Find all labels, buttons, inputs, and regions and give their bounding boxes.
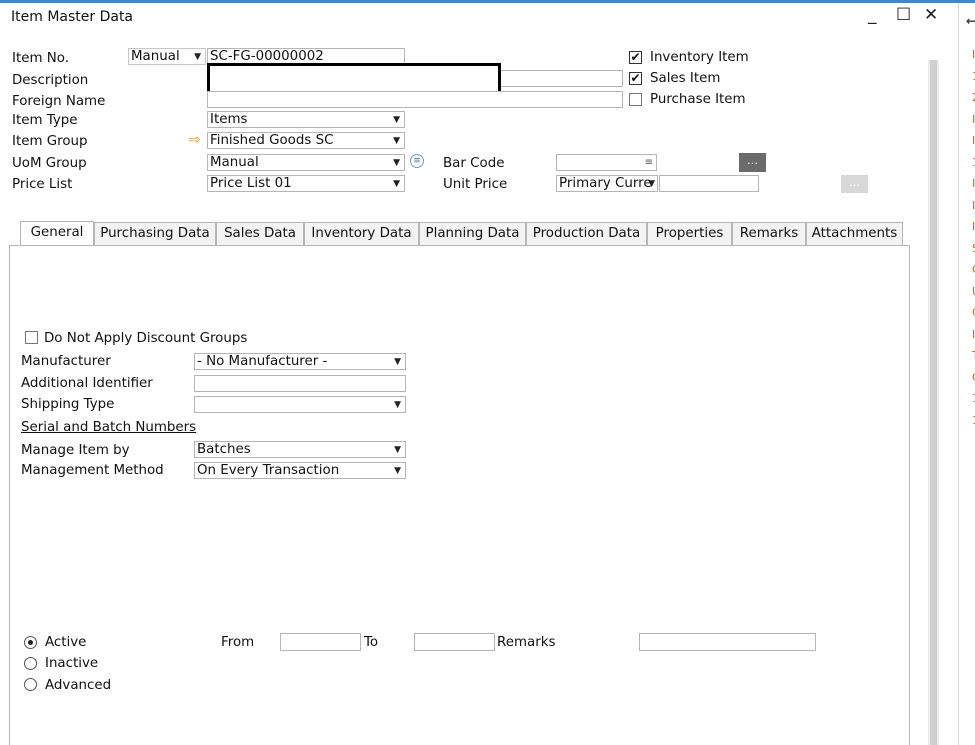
- price-list-label: Price List: [12, 177, 73, 192]
- tab-purchasing-data[interactable]: Purchasing Data: [94, 222, 216, 245]
- active-label: Active: [45, 635, 87, 650]
- item-group-select[interactable]: Finished Goods SC ▼: [207, 132, 405, 149]
- maximize-icon[interactable]: ☐: [896, 5, 911, 25]
- scrollbar-thumb[interactable]: [930, 60, 937, 745]
- tab-production-data[interactable]: Production Data: [526, 222, 647, 245]
- item-no-label: Item No.: [12, 51, 69, 66]
- item-group-value: Finished Goods SC: [210, 133, 334, 148]
- shipping-type-select[interactable]: ▼: [194, 396, 406, 413]
- manage-item-by-label: Manage Item by: [21, 443, 130, 458]
- manage-item-by-value: Batches: [197, 442, 251, 457]
- price-list-select[interactable]: Price List 01 ▼: [207, 175, 405, 192]
- from-label: From: [221, 635, 255, 650]
- item-type-value: Items: [210, 112, 248, 127]
- chevron-down-icon: ▼: [194, 52, 201, 62]
- item-group-label: Item Group: [12, 134, 88, 149]
- item-type-select[interactable]: Items ▼: [207, 111, 405, 128]
- unit-price-more-button: …: [841, 175, 868, 193]
- minimize-icon[interactable]: _: [868, 5, 877, 25]
- chevron-down-icon: ▼: [394, 466, 401, 476]
- manufacturer-label: Manufacturer: [21, 354, 111, 369]
- additional-identifier-input[interactable]: [194, 375, 406, 392]
- general-tab-panel: [9, 245, 910, 745]
- item-type-label: Item Type: [12, 113, 78, 128]
- chevron-down-icon: ▼: [394, 445, 401, 455]
- bar-code-label: Bar Code: [443, 156, 505, 171]
- advanced-label: Advanced: [45, 678, 112, 693]
- from-date-input[interactable]: [280, 633, 361, 651]
- tab-inventory-data[interactable]: Inventory Data: [304, 222, 419, 245]
- item-no-series-value: Manual: [131, 49, 180, 64]
- unit-price-input[interactable]: [659, 175, 759, 192]
- foreign-name-input[interactable]: [207, 91, 623, 108]
- window-title: Item Master Data: [11, 9, 134, 25]
- bar-code-more-button[interactable]: …: [739, 153, 766, 172]
- management-method-value: On Every Transaction: [197, 463, 340, 478]
- chevron-down-icon: ▼: [648, 179, 655, 189]
- foreign-name-label: Foreign Name: [12, 94, 106, 109]
- price-list-value: Price List 01: [210, 176, 292, 191]
- active-radio[interactable]: [24, 636, 37, 649]
- link-arrow-icon[interactable]: ⇨: [189, 132, 201, 149]
- tab-properties[interactable]: Properties: [647, 222, 732, 245]
- description-label: Description: [12, 73, 89, 88]
- chevron-down-icon: ▼: [393, 179, 400, 189]
- purchase-item-label: Purchase Item: [650, 92, 746, 107]
- tab-attachments[interactable]: Attachments: [806, 222, 903, 245]
- uom-group-value: Manual: [210, 155, 259, 170]
- redaction-box: [207, 63, 501, 94]
- tab-planning-data[interactable]: Planning Data: [419, 222, 526, 245]
- manage-item-by-select[interactable]: Batches ▼: [194, 441, 406, 458]
- tab-remarks[interactable]: Remarks: [732, 222, 806, 245]
- inventory-item-label: Inventory Item: [650, 50, 749, 65]
- to-date-input[interactable]: [414, 633, 495, 651]
- additional-identifier-label: Additional Identifier: [21, 376, 153, 391]
- management-method-select[interactable]: On Every Transaction ▼: [194, 462, 406, 479]
- back-arrow-icon[interactable]: ←: [966, 14, 975, 28]
- inactive-label: Inactive: [45, 656, 99, 671]
- shipping-type-label: Shipping Type: [21, 397, 115, 412]
- to-label: To: [364, 635, 379, 650]
- advanced-radio[interactable]: [24, 678, 37, 691]
- unit-price-currency-select[interactable]: Primary Curre ▼: [556, 175, 658, 192]
- no-discount-groups-checkbox[interactable]: [25, 331, 38, 344]
- remarks-input[interactable]: [639, 633, 816, 651]
- management-method-label: Management Method: [21, 463, 164, 478]
- manufacturer-select[interactable]: - No Manufacturer - ▼: [194, 353, 406, 370]
- unit-price-currency-value: Primary Curre: [559, 176, 652, 191]
- tab-general[interactable]: General: [20, 221, 94, 246]
- no-discount-groups-label: Do Not Apply Discount Groups: [44, 331, 248, 346]
- chevron-down-icon: ▼: [394, 357, 401, 367]
- inactive-radio[interactable]: [24, 657, 37, 670]
- chevron-down-icon: ▼: [393, 158, 400, 168]
- list-icon: ≡: [644, 157, 653, 168]
- purchase-item-checkbox[interactable]: [629, 93, 642, 106]
- item-no-series-select[interactable]: Manual ▼: [128, 48, 206, 65]
- uom-group-select[interactable]: Manual ▼: [207, 154, 405, 171]
- inventory-item-checkbox[interactable]: ✔: [629, 51, 642, 64]
- chevron-down-icon: ▼: [394, 400, 401, 410]
- sales-item-label: Sales Item: [650, 71, 721, 86]
- chevron-down-icon: ▼: [393, 115, 400, 125]
- remarks-label: Remarks: [497, 635, 556, 650]
- serial-batch-numbers-link[interactable]: Serial and Batch Numbers: [21, 419, 196, 436]
- bar-code-input[interactable]: ≡: [556, 154, 657, 171]
- unit-price-label: Unit Price: [443, 177, 508, 192]
- sales-item-checkbox[interactable]: ✔: [629, 72, 642, 85]
- chevron-down-icon: ▼: [393, 136, 400, 146]
- uom-details-icon[interactable]: ≡: [410, 154, 424, 168]
- uom-group-label: UoM Group: [12, 156, 87, 171]
- tab-sales-data[interactable]: Sales Data: [216, 222, 304, 245]
- close-icon[interactable]: ✕: [924, 5, 938, 25]
- manufacturer-value: - No Manufacturer -: [197, 354, 328, 369]
